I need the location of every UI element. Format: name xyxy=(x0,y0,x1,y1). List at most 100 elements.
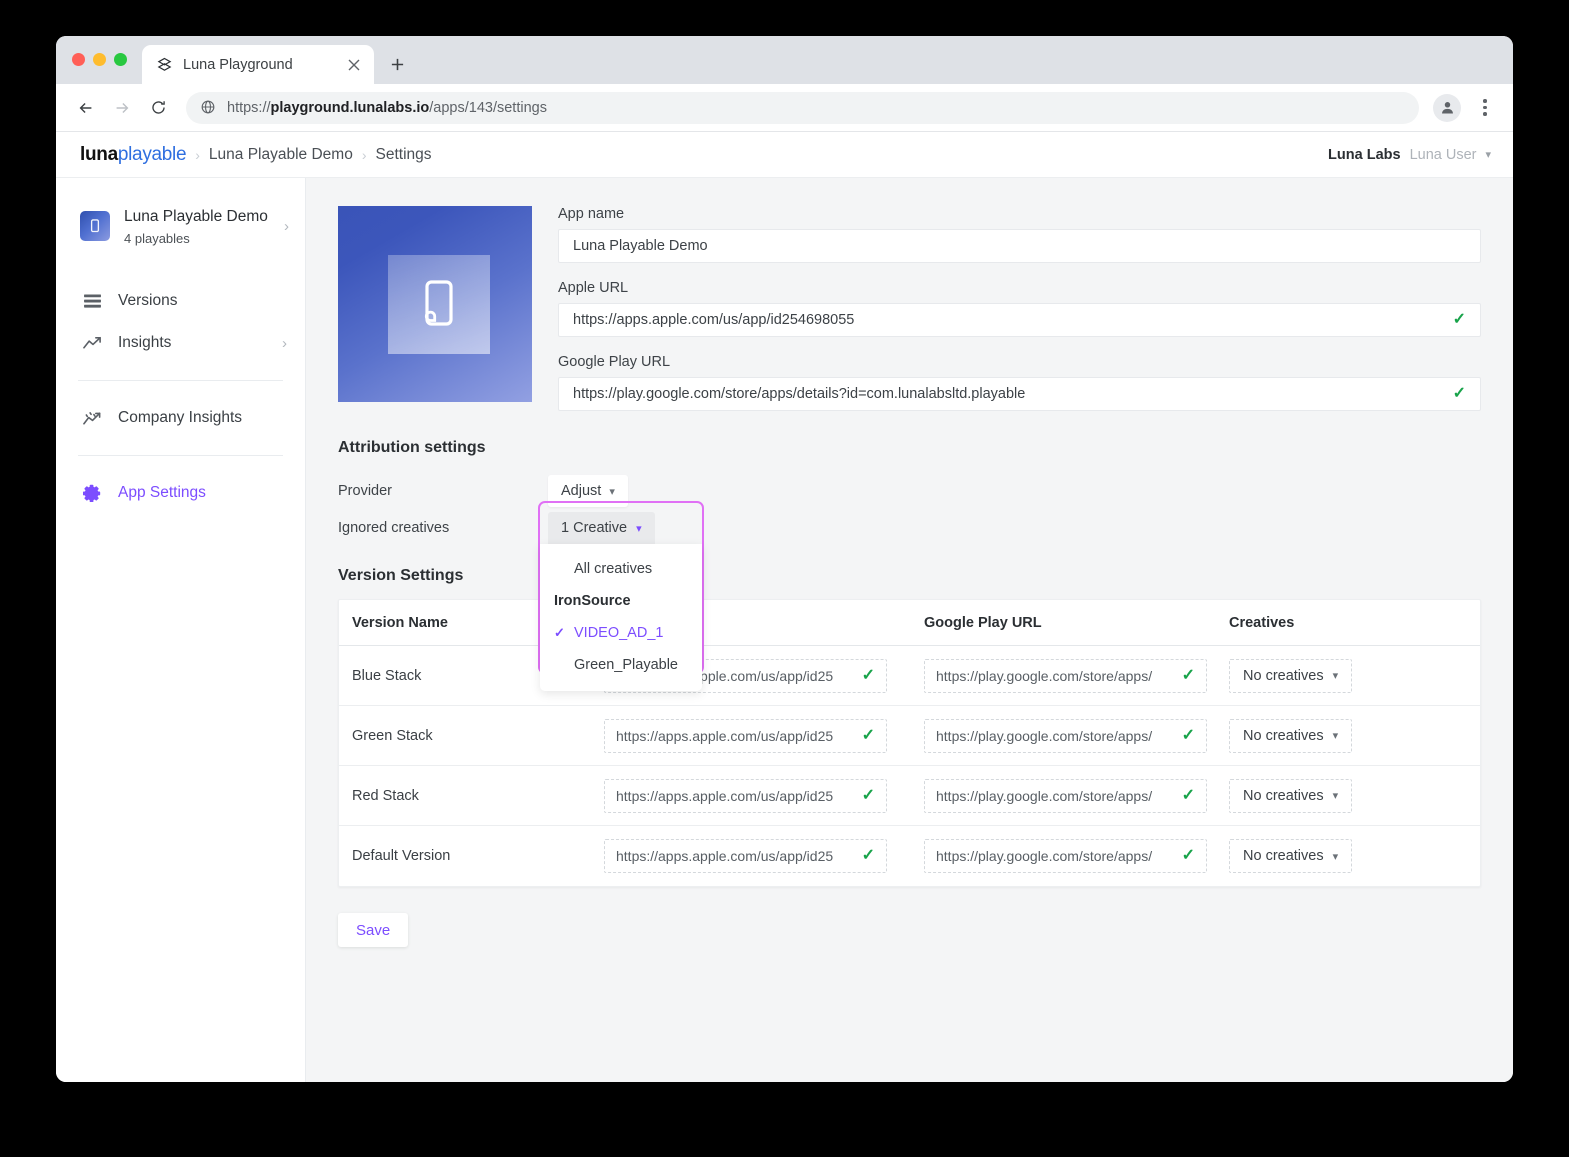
cell-creatives-dropdown[interactable]: No creatives ▾ xyxy=(1229,658,1353,693)
table-row: Default Version https://apps.apple.com/u… xyxy=(339,826,1480,886)
playable-device-icon xyxy=(388,255,490,354)
green-check-icon: ✓ xyxy=(861,666,875,684)
maximize-window-button[interactable] xyxy=(114,53,127,66)
kebab-menu-icon[interactable] xyxy=(1471,94,1499,122)
table-header-row: Version Name Apple URL Google Play URL C… xyxy=(339,600,1480,646)
address-bar-url: https://playground.lunalabs.io/apps/143/… xyxy=(227,99,547,116)
user-name: Luna User xyxy=(1409,146,1477,163)
menu-item-green-playable[interactable]: Green_Playable xyxy=(540,649,702,681)
apple-url-value: https://apps.apple.com/us/app/id25469805… xyxy=(573,312,855,328)
green-check-icon: ✓ xyxy=(861,726,875,744)
cell-apple-url-input[interactable]: https://apps.apple.com/us/app/id25 ✓ xyxy=(604,778,887,813)
green-check-icon: ✓ xyxy=(1181,847,1195,864)
account-menu[interactable]: Luna Labs Luna User ▾ xyxy=(1328,147,1491,163)
google-play-url-label: Google Play URL xyxy=(558,354,671,370)
luna-hex-icon xyxy=(156,56,173,73)
breadcrumb: lunaplayable › Luna Playable Demo › Sett… xyxy=(80,144,432,166)
main-content: App name Luna Playable Demo Apple URL ht… xyxy=(306,178,1513,1082)
sidebar-divider xyxy=(78,380,283,382)
luna-playable-logo[interactable]: lunaplayable xyxy=(80,144,187,166)
chevron-down-icon: ▾ xyxy=(1332,730,1339,742)
profile-avatar-icon[interactable] xyxy=(1433,93,1461,122)
browser-toolbar: https://playground.lunalabs.io/apps/143/… xyxy=(56,84,1513,132)
sidebar-divider xyxy=(78,455,283,457)
chevron-down-icon: ▾ xyxy=(1485,149,1491,161)
cell-google-play-url-value: https://play.google.com/store/apps/ xyxy=(936,848,1153,864)
page-body: Luna Playable Demo 4 playables › Version… xyxy=(56,178,1513,1082)
cell-google-play-url-input[interactable]: https://play.google.com/store/apps/ ✓ xyxy=(924,778,1207,813)
cell-google-play-url-input[interactable]: https://play.google.com/store/apps/ ✓ xyxy=(924,718,1207,753)
sidebar-item-label: Insights xyxy=(118,334,172,352)
minimize-window-button[interactable] xyxy=(93,53,106,66)
cell-google-play-url-input[interactable]: https://play.google.com/store/apps/ ✓ xyxy=(924,839,1207,873)
table-row: Red Stack https://apps.apple.com/us/app/… xyxy=(339,766,1480,826)
ignored-creatives-menu: All creatives IronSource ✓ VIDEO_AD_1 Gre… xyxy=(540,544,702,691)
cell-apple-url-value: https://apps.apple.com/us/app/id25 xyxy=(616,848,834,864)
apple-url-label: Apple URL xyxy=(558,280,629,296)
column-header-creatives: Creatives xyxy=(1229,614,1295,631)
attribution-settings-title: Attribution settings xyxy=(338,439,486,456)
cell-apple-url-input[interactable]: https://apps.apple.com/us/app/id25 ✓ xyxy=(604,839,887,873)
cell-apple-url-input[interactable]: https://apps.apple.com/us/app/id25 ✓ xyxy=(604,718,887,753)
browser-tabstrip: Luna Playground xyxy=(56,36,1513,84)
cell-creatives-dropdown[interactable]: No creatives ▾ xyxy=(1229,839,1353,873)
green-check-icon: ✓ xyxy=(1452,385,1466,402)
sidebar-app-title: Luna Playable Demo xyxy=(124,208,268,225)
breadcrumb-item-app[interactable]: Luna Playable Demo xyxy=(209,146,353,164)
table-row: Green Stack https://apps.apple.com/us/ap… xyxy=(339,706,1480,766)
cell-creatives-dropdown[interactable]: No creatives ▾ xyxy=(1229,778,1353,813)
cell-creatives-value: No creatives xyxy=(1243,727,1324,744)
check-icon: ✓ xyxy=(554,625,565,640)
chevron-down-icon: ▾ xyxy=(1332,850,1339,863)
menu-group-ironsource: IronSource xyxy=(554,593,631,609)
back-arrow-icon[interactable] xyxy=(70,92,102,124)
cell-google-play-url-value: https://play.google.com/store/apps/ xyxy=(936,667,1153,684)
menu-item-all-creatives[interactable]: All creatives xyxy=(540,553,702,585)
app-name-field[interactable]: Luna Playable Demo xyxy=(558,229,1481,263)
ignored-creatives-label: Ignored creatives xyxy=(338,520,450,536)
tab-title: Luna Playground xyxy=(183,56,293,73)
green-check-icon: ✓ xyxy=(1181,786,1195,804)
address-bar[interactable]: https://playground.lunalabs.io/apps/143/… xyxy=(186,91,1419,124)
close-window-button[interactable] xyxy=(72,53,85,66)
cell-creatives-dropdown[interactable]: No creatives ▾ xyxy=(1229,718,1353,753)
forward-arrow-icon[interactable] xyxy=(106,92,138,124)
table-row: Blue Stack https://apps.apple.com/us/app… xyxy=(339,646,1480,706)
menu-item-video-ad-1[interactable]: ✓ VIDEO_AD_1 xyxy=(540,617,702,649)
sidebar-item-label: App Settings xyxy=(118,484,206,502)
app-hero-image xyxy=(338,206,532,402)
sidebar-item-versions[interactable]: Versions xyxy=(56,280,305,322)
save-button[interactable]: Save xyxy=(338,913,409,947)
sidebar-app-card[interactable]: Luna Playable Demo 4 playables › xyxy=(56,202,305,246)
breadcrumb-item-settings[interactable]: Settings xyxy=(376,146,432,164)
green-check-icon: ✓ xyxy=(861,847,875,864)
cell-creatives-value: No creatives xyxy=(1243,787,1324,804)
breadcrumb-separator: › xyxy=(361,146,367,163)
sparkline-icon xyxy=(82,408,102,428)
apple-url-field[interactable]: https://apps.apple.com/us/app/id25469805… xyxy=(558,303,1481,337)
ignored-creatives-dropdown[interactable]: 1 Creative ▾ xyxy=(548,512,655,544)
green-check-icon: ✓ xyxy=(1181,666,1195,684)
browser-tab[interactable]: Luna Playground xyxy=(142,45,374,84)
google-play-url-value: https://play.google.com/store/apps/detai… xyxy=(573,386,1026,402)
provider-dropdown[interactable]: Adjust ▾ xyxy=(548,475,628,507)
sidebar-item-insights[interactable]: Insights › xyxy=(56,322,305,364)
sidebar-item-app-settings[interactable]: App Settings xyxy=(56,472,305,514)
close-icon[interactable] xyxy=(344,55,364,75)
cell-google-play-url-input[interactable]: https://play.google.com/store/apps/ ✓ xyxy=(924,658,1207,693)
app-details-section: App name Luna Playable Demo Apple URL ht… xyxy=(338,206,1481,411)
provider-label: Provider xyxy=(338,483,392,499)
sidebar-item-label: Company Insights xyxy=(118,409,243,427)
sidebar-app-subtitle: 4 playables xyxy=(124,231,190,247)
cell-version-name: Default Version xyxy=(352,848,451,864)
new-tab-button[interactable] xyxy=(382,49,412,79)
sidebar-item-company-insights[interactable]: Company Insights xyxy=(56,397,305,439)
cell-creatives-value: No creatives xyxy=(1243,848,1324,864)
google-play-url-field[interactable]: https://play.google.com/store/apps/detai… xyxy=(558,377,1481,411)
reload-icon[interactable] xyxy=(142,92,174,124)
app-header: lunaplayable › Luna Playable Demo › Sett… xyxy=(56,132,1513,178)
ignored-creatives-row: Ignored creatives 1 Creative ▾ All creat… xyxy=(338,501,1481,691)
app-thumbnail-icon xyxy=(80,211,110,242)
sidebar-item-label: Versions xyxy=(118,292,178,310)
chevron-right-icon: › xyxy=(284,217,289,235)
